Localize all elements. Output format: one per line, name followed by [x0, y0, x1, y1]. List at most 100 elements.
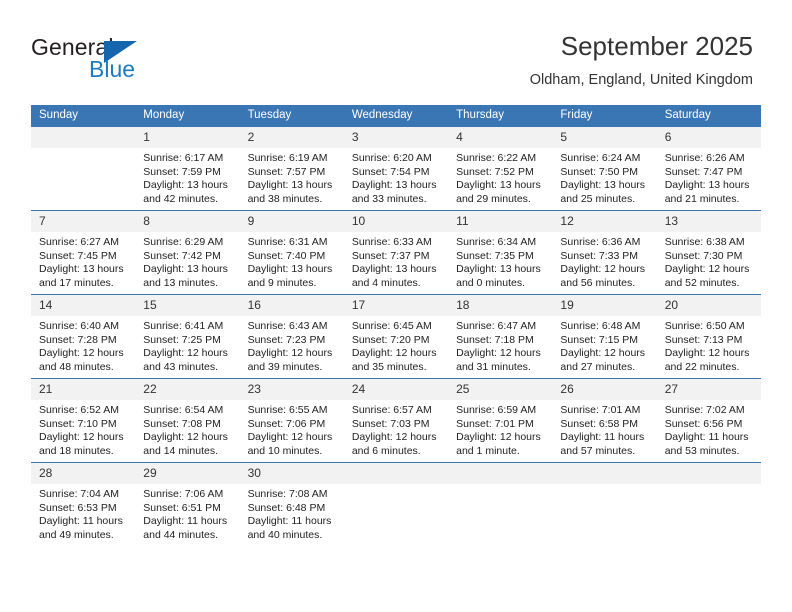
daylight-text: Daylight: 11 hours and 57 minutes.	[560, 431, 645, 457]
calendar-day-cell[interactable]: 23 Sunrise: 6:55 AM Sunset: 7:06 PM Dayligh…	[239, 378, 344, 463]
sunset-text: Sunset: 7:52 PM	[456, 165, 534, 178]
calendar-day-cell[interactable]: 16 Sunrise: 6:43 AM Sunset: 7:23 PM Dayligh…	[239, 294, 344, 379]
day-number: 2	[239, 127, 344, 148]
calendar-day-cell[interactable]: 9 Sunrise: 6:31 AM Sunset: 7:40 PM Daylight…	[239, 210, 344, 295]
sunrise-text: Sunrise: 6:48 AM	[560, 320, 641, 332]
day-details: Sunrise: 6:29 AM Sunset: 7:42 PM Daylight:…	[135, 232, 239, 290]
day-details: Sunrise: 6:47 AM Sunset: 7:18 PM Daylight:…	[448, 316, 552, 374]
day-number: 20	[656, 295, 761, 316]
calendar-day-cell[interactable]: 2 Sunrise: 6:19 AM Sunset: 7:57 PM Daylight…	[239, 127, 344, 211]
calendar-day-cell-empty	[31, 127, 136, 211]
calendar-day-cell[interactable]: 8 Sunrise: 6:29 AM Sunset: 7:42 PM Daylight…	[135, 210, 240, 295]
weekday-header-monday: Monday	[135, 105, 240, 127]
calendar-day-cell[interactable]: 24 Sunrise: 6:57 AM Sunset: 7:03 PM Dayligh…	[343, 378, 449, 463]
day-number: 24	[343, 379, 449, 400]
sunrise-text: Sunrise: 6:34 AM	[456, 236, 537, 248]
day-number: 30	[239, 463, 344, 484]
sunrise-text: Sunrise: 7:08 AM	[247, 488, 328, 500]
daylight-text: Daylight: 12 hours and 39 minutes.	[247, 347, 333, 373]
day-details: Sunrise: 6:33 AM Sunset: 7:37 PM Daylight:…	[344, 232, 448, 290]
sunrise-text: Sunrise: 6:45 AM	[351, 320, 432, 332]
sunrise-text: Sunrise: 6:36 AM	[560, 236, 641, 248]
calendar-body: 1 Sunrise: 6:17 AM Sunset: 7:59 PM Daylight…	[31, 127, 761, 546]
daylight-text: Daylight: 13 hours and 29 minutes.	[456, 179, 541, 205]
day-details: Sunrise: 6:41 AM Sunset: 7:25 PM Daylight:…	[135, 316, 239, 374]
sunrise-text: Sunrise: 6:55 AM	[247, 404, 328, 416]
day-number: 15	[135, 295, 240, 316]
calendar-day-cell[interactable]: 19 Sunrise: 6:48 AM Sunset: 7:15 PM Dayligh…	[552, 294, 657, 379]
calendar-day-cell[interactable]: 15 Sunrise: 6:41 AM Sunset: 7:25 PM Dayligh…	[135, 294, 240, 379]
calendar-day-cell[interactable]: 1 Sunrise: 6:17 AM Sunset: 7:59 PM Daylight…	[135, 127, 240, 211]
daylight-text: Daylight: 11 hours and 49 minutes.	[39, 515, 123, 541]
calendar-day-cell[interactable]: 7 Sunrise: 6:27 AM Sunset: 7:45 PM Daylight…	[31, 210, 136, 295]
day-details: Sunrise: 6:27 AM Sunset: 7:45 PM Daylight:…	[31, 232, 135, 290]
calendar-day-cell[interactable]: 29 Sunrise: 7:06 AM Sunset: 6:51 PM Dayligh…	[135, 462, 240, 546]
sunrise-text: Sunrise: 6:43 AM	[247, 320, 328, 332]
sunrise-text: Sunrise: 6:59 AM	[456, 404, 537, 416]
calendar-day-cell[interactable]: 18 Sunrise: 6:47 AM Sunset: 7:18 PM Dayligh…	[448, 294, 553, 379]
day-details: Sunrise: 6:43 AM Sunset: 7:23 PM Daylight:…	[240, 316, 344, 374]
calendar-day-cell[interactable]: 13 Sunrise: 6:38 AM Sunset: 7:30 PM Dayligh…	[656, 210, 761, 295]
daylight-text: Daylight: 12 hours and 48 minutes.	[39, 347, 124, 373]
calendar-week-row: 1 Sunrise: 6:17 AM Sunset: 7:59 PM Daylight…	[31, 127, 761, 211]
calendar-day-cell[interactable]: 25 Sunrise: 6:59 AM Sunset: 7:01 PM Dayligh…	[448, 378, 553, 463]
day-details: Sunrise: 6:48 AM Sunset: 7:15 PM Daylight:…	[552, 316, 656, 374]
sunset-text: Sunset: 7:28 PM	[39, 333, 117, 346]
day-details: Sunrise: 6:38 AM Sunset: 7:30 PM Daylight:…	[657, 232, 761, 290]
sunset-text: Sunset: 7:20 PM	[351, 333, 430, 346]
day-details: Sunrise: 6:19 AM Sunset: 7:57 PM Daylight:…	[240, 148, 344, 206]
daylight-text: Daylight: 12 hours and 27 minutes.	[560, 347, 646, 373]
page-header: General Blue September 2025 Oldham, Engl…	[0, 0, 792, 104]
daylight-text: Daylight: 13 hours and 9 minutes.	[247, 263, 333, 289]
calendar-day-cell[interactable]: 21 Sunrise: 6:52 AM Sunset: 7:10 PM Dayligh…	[31, 378, 136, 463]
calendar-day-cell[interactable]: 10 Sunrise: 6:33 AM Sunset: 7:37 PM Dayligh…	[343, 210, 449, 295]
calendar-day-cell[interactable]: 4 Sunrise: 6:22 AM Sunset: 7:52 PM Daylight…	[448, 127, 553, 211]
calendar-day-cell-empty	[552, 462, 657, 546]
calendar-day-cell[interactable]: 11 Sunrise: 6:34 AM Sunset: 7:35 PM Dayligh…	[448, 210, 553, 295]
sunrise-text: Sunrise: 6:41 AM	[143, 320, 224, 332]
sunset-text: Sunset: 7:50 PM	[560, 165, 639, 178]
sunset-text: Sunset: 7:33 PM	[560, 249, 639, 262]
sunrise-text: Sunrise: 7:06 AM	[143, 488, 224, 500]
calendar-day-cell[interactable]: 28 Sunrise: 7:04 AM Sunset: 6:53 PM Dayligh…	[31, 462, 136, 546]
daylight-text: Daylight: 13 hours and 38 minutes.	[247, 179, 333, 205]
calendar-week-row: 28 Sunrise: 7:04 AM Sunset: 6:53 PM Dayligh…	[31, 462, 761, 546]
calendar-day-cell[interactable]: 27 Sunrise: 7:02 AM Sunset: 6:56 PM Dayligh…	[656, 378, 761, 463]
calendar-day-cell[interactable]: 30 Sunrise: 7:08 AM Sunset: 6:48 PM Dayligh…	[239, 462, 344, 546]
daylight-text: Daylight: 13 hours and 21 minutes.	[664, 179, 750, 205]
calendar-day-cell[interactable]: 6 Sunrise: 6:26 AM Sunset: 7:47 PM Daylight…	[656, 127, 761, 211]
calendar-day-cell[interactable]: 22 Sunrise: 6:54 AM Sunset: 7:08 PM Dayligh…	[135, 378, 240, 463]
day-details: Sunrise: 6:57 AM Sunset: 7:03 PM Daylight:…	[344, 400, 448, 458]
day-number: 16	[239, 295, 344, 316]
day-details: Sunrise: 6:55 AM Sunset: 7:06 PM Daylight:…	[240, 400, 344, 458]
calendar-day-cell[interactable]: 14 Sunrise: 6:40 AM Sunset: 7:28 PM Dayligh…	[31, 294, 136, 379]
day-number: 17	[343, 295, 449, 316]
sunrise-text: Sunrise: 6:50 AM	[664, 320, 745, 332]
day-number: 14	[31, 295, 136, 316]
calendar-day-cell[interactable]: 12 Sunrise: 6:36 AM Sunset: 7:33 PM Dayligh…	[552, 210, 657, 295]
sunrise-text: Sunrise: 6:29 AM	[143, 236, 224, 248]
calendar-day-cell[interactable]: 5 Sunrise: 6:24 AM Sunset: 7:50 PM Daylight…	[552, 127, 657, 211]
sunset-text: Sunset: 6:53 PM	[39, 501, 117, 514]
logo[interactable]: General Blue	[31, 34, 241, 90]
calendar-day-cell[interactable]: 17 Sunrise: 6:45 AM Sunset: 7:20 PM Dayligh…	[343, 294, 449, 379]
day-details: Sunrise: 6:40 AM Sunset: 7:28 PM Daylight:…	[31, 316, 135, 374]
calendar-day-cell[interactable]: 20 Sunrise: 6:50 AM Sunset: 7:13 PM Dayligh…	[656, 294, 761, 379]
calendar-day-cell[interactable]: 26 Sunrise: 7:01 AM Sunset: 6:58 PM Dayligh…	[552, 378, 657, 463]
sunrise-text: Sunrise: 6:17 AM	[143, 152, 224, 164]
sunrise-text: Sunrise: 6:52 AM	[39, 404, 119, 416]
day-number: 23	[239, 379, 344, 400]
sunset-text: Sunset: 7:15 PM	[560, 333, 639, 346]
calendar-day-cell[interactable]: 3 Sunrise: 6:20 AM Sunset: 7:54 PM Daylight…	[343, 127, 449, 211]
day-details: Sunrise: 6:54 AM Sunset: 7:08 PM Daylight:…	[135, 400, 239, 458]
daylight-text: Daylight: 12 hours and 10 minutes.	[247, 431, 333, 457]
daylight-text: Daylight: 13 hours and 42 minutes.	[143, 179, 228, 205]
daylight-text: Daylight: 12 hours and 31 minutes.	[456, 347, 541, 373]
weekday-header-sunday: Sunday	[31, 105, 136, 127]
sunset-text: Sunset: 7:06 PM	[247, 417, 326, 430]
daylight-text: Daylight: 11 hours and 40 minutes.	[247, 515, 332, 541]
day-details: Sunrise: 6:50 AM Sunset: 7:13 PM Daylight:…	[657, 316, 761, 374]
day-number: 3	[343, 127, 449, 148]
calendar-grid: Sunday Monday Tuesday Wednesday Thursday…	[31, 105, 761, 546]
day-number: 12	[552, 211, 657, 232]
